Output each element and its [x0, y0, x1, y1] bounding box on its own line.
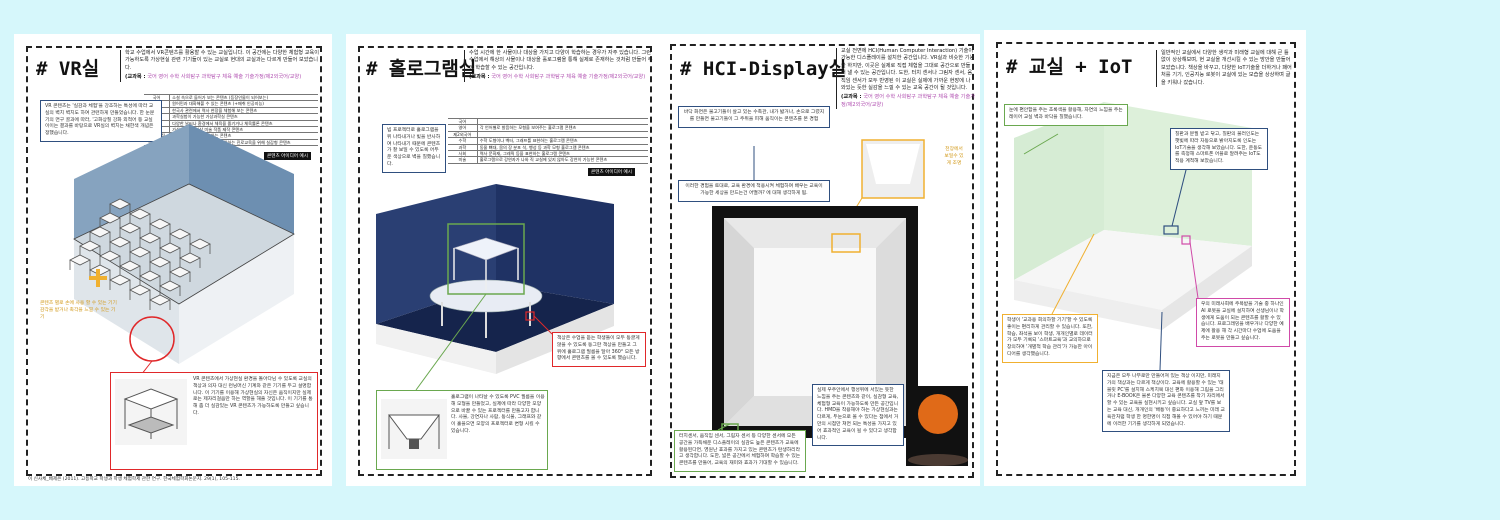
hci-note-sensors: 터치센서, 움직임 센서, 그림자 센서 등 다양한 센서에 모든 공간을 가득… — [674, 430, 806, 472]
iot-note-wall-color: 눈에 편안함을 주는 초록색을 활용해, 자연의 느낌을 주는 레이어 교실 벽… — [1004, 104, 1128, 126]
hci-note-ceiling: 천장에서 보일수 있게 조명 — [944, 147, 964, 166]
iot-note-seating: 학생이 '교과용 회의하할 기기'할 수 있도록 좋이는 편리하게 관리할 수 … — [1002, 314, 1098, 363]
iot-note-ai-robot: 우의 미래사회에 주목받을 기술 중 하나인 AI 로봇을 교실에 설치하여 선… — [1196, 298, 1290, 347]
vr-panel: # VR실 학교 수업에서 VR콘텐츠를 활용할 수 있는 교실입니다. 이 공… — [14, 34, 332, 486]
hci-planet-icon — [918, 394, 958, 434]
hci-panel: # HCI-Display실 교실 전면에 HCI(Human Computer… — [662, 34, 980, 486]
hologram-note-table: 책상은 수업을 듣는 학생들이 모두 동글게 앉을 수 있도록 동그란 책상을 … — [552, 332, 646, 368]
hologram-note-projector-text: 홀로그램이 나타날 수 있도록 PVC 필름을 이용해 모형을 만들었고, 실제… — [451, 395, 545, 434]
hologram-projector-photo — [381, 399, 447, 459]
hologram-panel: # 홀로그램실 수업 시간에 한 사물이나 대상을 가지고 다양이 학습하는 경… — [346, 34, 662, 486]
vr-footer: 이 신사체_배제은 (2011). 고등학교 학생과 학생 체험학제 관한 연구… — [28, 477, 240, 482]
hologram-note-projector: 홀로그램이 나타날 수 있도록 PVC 필름을 이용해 모형을 만들었고, 실제… — [376, 390, 548, 470]
vr-treadmill-photo — [115, 379, 187, 445]
hci-note-space: 실제 우주안에서 행성위에 서있는 듯한 느낌을 주는 콘텐츠와 같이, 실감형… — [812, 384, 904, 447]
iot-note-blackboard: 칠판과 분필 받고 닦고, 칠판의 불러인도는 햇빛에 따라 자동으로 밝아지도… — [1170, 128, 1268, 170]
vr-note-treadmill-text: VR 콘텐츠에서 가상현실 환경을 돌아다님 수 있도록 교실의 책상과 의자 … — [193, 377, 313, 416]
vr-note-treadmill: VR 콘텐츠에서 가상현실 환경을 돌아다님 수 있도록 교실의 책상과 의자 … — [110, 372, 318, 470]
iot-note-desk: 지금은 모두 나무로만 만들어져 있는 책상 이지만, 미래지가의 책상과는 다… — [1102, 370, 1230, 433]
iot-panel: # 교실 + IoT 일반적인 교실에서 다양한 생각과 미래형 교실에 대해 … — [984, 30, 1306, 486]
vr-note-devices: 콘텐츠 별로 손에 사용 할 수 있는 기기 감각을 받거나 촉각을 느낄 수 … — [40, 301, 117, 320]
